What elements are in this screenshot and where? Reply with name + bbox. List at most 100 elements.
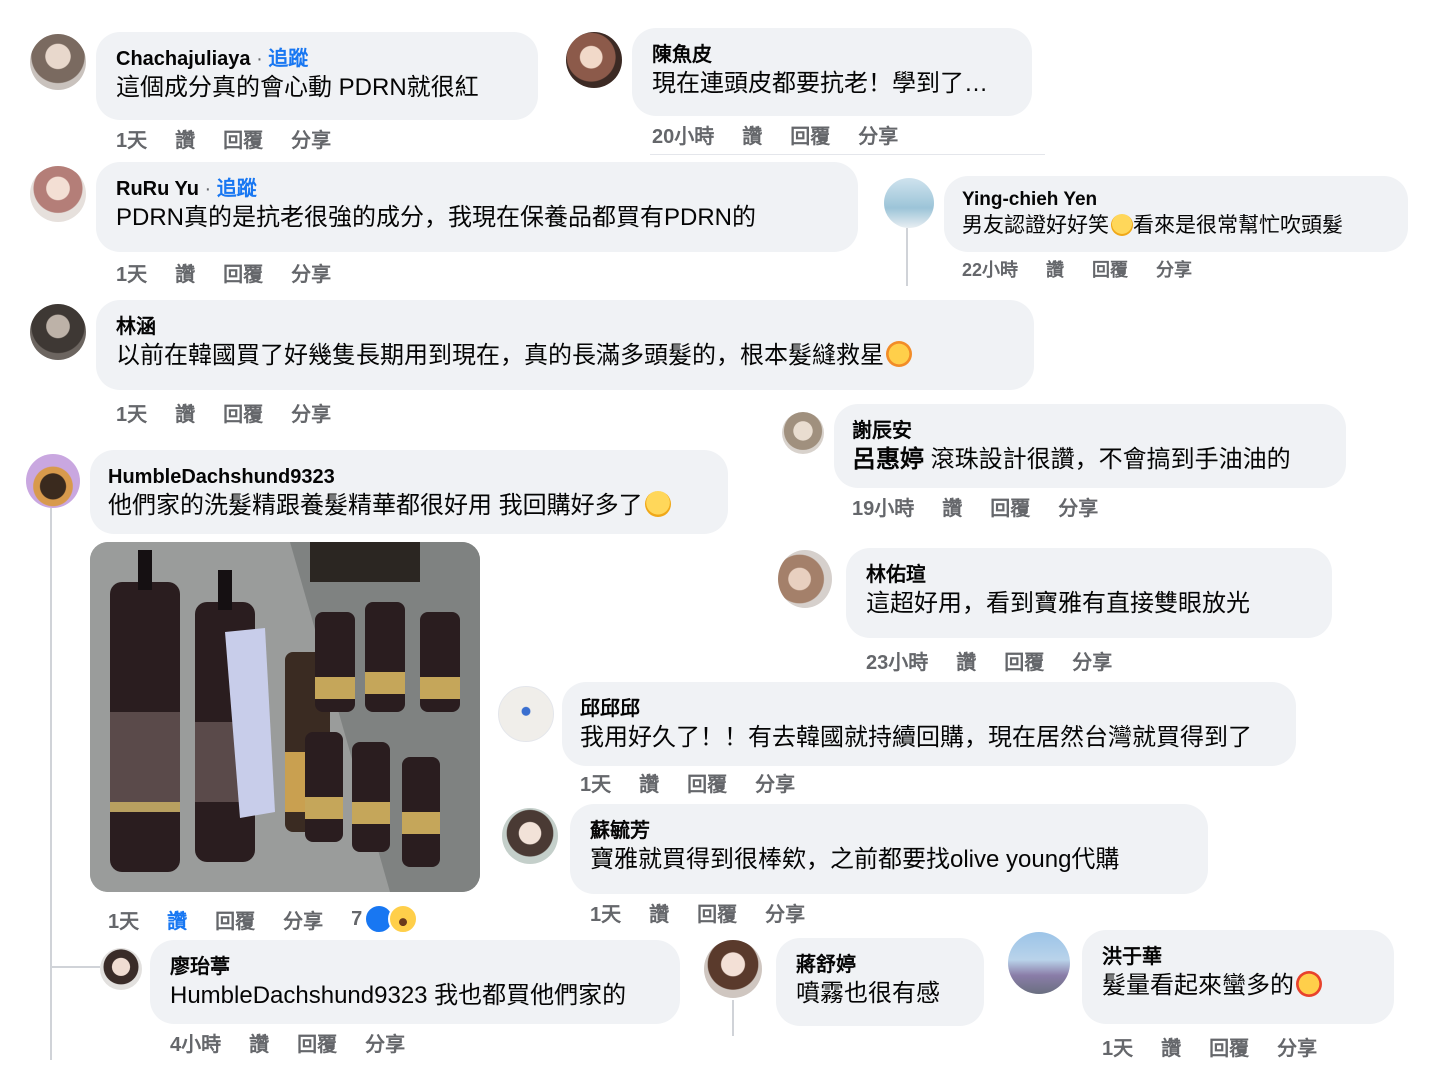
- commenter-name[interactable]: RuRu Yu: [116, 178, 199, 200]
- commenter-name[interactable]: Chachajuliaya: [116, 48, 251, 70]
- like-button[interactable]: 讚: [175, 124, 195, 153]
- like-button[interactable]: 讚: [1046, 256, 1064, 282]
- avatar[interactable]: [26, 454, 80, 508]
- share-button[interactable]: 分享: [1156, 256, 1192, 282]
- timestamp[interactable]: 1天: [1102, 1032, 1133, 1061]
- timestamp[interactable]: 19小時: [852, 492, 914, 521]
- comment-text: 寶雅就買得到很棒欸，之前都要找olive young代購: [590, 846, 1120, 873]
- reply-button[interactable]: 回覆: [990, 492, 1030, 521]
- like-button[interactable]: 讚: [649, 898, 669, 927]
- avatar[interactable]: [502, 808, 558, 864]
- share-button[interactable]: 分享: [1072, 646, 1112, 675]
- commenter-name[interactable]: 邱邱邱: [580, 696, 1278, 722]
- timestamp[interactable]: 23小時: [866, 646, 928, 675]
- commenter-name[interactable]: 蔣舒婷: [796, 952, 964, 978]
- comment-bubble: HumbleDachshund9323 他們家的洗髮精跟養髮精華都很好用 我回購…: [90, 450, 728, 534]
- hair-products-photo: [90, 542, 480, 892]
- comment-text: 這超好用，看到寶雅有直接雙眼放光: [866, 590, 1250, 617]
- like-button[interactable]: 讚: [956, 646, 976, 675]
- thread-line: [650, 154, 1045, 155]
- like-button[interactable]: 讚: [1161, 1032, 1181, 1061]
- like-button[interactable]: 讚: [175, 398, 195, 427]
- like-button[interactable]: 讚: [249, 1028, 269, 1057]
- timestamp[interactable]: 20小時: [652, 120, 714, 149]
- follow-link[interactable]: 追蹤: [217, 178, 257, 200]
- avatar[interactable]: [100, 948, 142, 990]
- comment-bubble: 謝辰安 呂惠婷 滾珠設計很讚，不會搞到手油油的: [834, 404, 1346, 488]
- comment-text: 這個成分真的會心動 PDRN就很紅: [116, 74, 479, 101]
- comment-actions: 20小時 讚 回覆 分享: [652, 120, 926, 149]
- timestamp[interactable]: 22小時: [962, 256, 1018, 282]
- timestamp[interactable]: 1天: [108, 905, 139, 934]
- timestamp[interactable]: 1天: [116, 258, 147, 287]
- comment-photo[interactable]: [90, 542, 480, 892]
- avatar[interactable]: [704, 940, 762, 998]
- like-button[interactable]: 讚: [167, 905, 187, 934]
- commenter-name[interactable]: 林佑瑄: [866, 562, 1312, 588]
- share-button[interactable]: 分享: [291, 398, 331, 427]
- commenter-name[interactable]: Ying-chieh Yen: [962, 188, 1390, 212]
- commenter-name[interactable]: HumbleDachshund9323: [108, 464, 710, 490]
- commenter-name[interactable]: 陳魚皮: [652, 42, 1012, 68]
- comment-bubble: 陳魚皮 現在連頭皮都要抗老！學到了…: [632, 28, 1032, 116]
- timestamp[interactable]: 1天: [116, 398, 147, 427]
- follow-link[interactable]: 追蹤: [268, 48, 308, 70]
- reply-button[interactable]: 回覆: [215, 905, 255, 934]
- reply-button[interactable]: 回覆: [790, 120, 830, 149]
- like-button[interactable]: 讚: [942, 492, 962, 521]
- reply-button[interactable]: 回覆: [297, 1028, 337, 1057]
- avatar[interactable]: [1008, 932, 1070, 994]
- commenter-name[interactable]: 蘇毓芳: [590, 818, 1188, 844]
- avatar[interactable]: [498, 686, 554, 742]
- comment-text: PDRN真的是抗老很強的成分，我現在保養品都買有PDRN的: [116, 204, 757, 231]
- share-button[interactable]: 分享: [1058, 492, 1098, 521]
- thread-line: [732, 1000, 734, 1036]
- share-button[interactable]: 分享: [1277, 1032, 1317, 1061]
- reply-button[interactable]: 回覆: [1209, 1032, 1249, 1061]
- comment-bubble: 廖珆葶 HumbleDachshund9323 我也都買他們家的: [150, 940, 680, 1024]
- reply-button[interactable]: 回覆: [223, 258, 263, 287]
- avatar[interactable]: [778, 550, 832, 608]
- like-button[interactable]: 讚: [742, 120, 762, 149]
- avatar[interactable]: [884, 178, 934, 228]
- comment-bubble: 蘇毓芳 寶雅就買得到很棒欸，之前都要找olive young代購: [570, 804, 1208, 894]
- reply-button[interactable]: 回覆: [223, 124, 263, 153]
- avatar[interactable]: [30, 304, 86, 360]
- share-button[interactable]: 分享: [365, 1028, 405, 1057]
- reaction-count[interactable]: 7: [351, 908, 362, 931]
- like-button[interactable]: 讚: [175, 258, 195, 287]
- reply-button[interactable]: 回覆: [223, 398, 263, 427]
- share-button[interactable]: 分享: [291, 124, 331, 153]
- reply-button[interactable]: 回覆: [1092, 256, 1128, 282]
- avatar[interactable]: [566, 32, 622, 88]
- reply-button[interactable]: 回覆: [687, 768, 727, 797]
- share-button[interactable]: 分享: [858, 120, 898, 149]
- wow-reaction-icon: [388, 904, 419, 934]
- commenter-name[interactable]: 廖珆葶: [170, 954, 660, 980]
- timestamp[interactable]: 1天: [580, 768, 611, 797]
- comment-actions: 22小時 讚 回覆 分享: [962, 256, 1220, 282]
- reply-button[interactable]: 回覆: [1004, 646, 1044, 675]
- share-button[interactable]: 分享: [283, 905, 323, 934]
- commenter-name[interactable]: 謝辰安: [852, 418, 1328, 444]
- share-button[interactable]: 分享: [755, 768, 795, 797]
- share-button[interactable]: 分享: [765, 898, 805, 927]
- commenter-name[interactable]: 洪于華: [1102, 944, 1374, 970]
- timestamp[interactable]: 1天: [116, 124, 147, 153]
- share-button[interactable]: 分享: [291, 258, 331, 287]
- comment-text: 噴霧也很有感: [796, 980, 940, 1007]
- avatar[interactable]: [30, 166, 86, 222]
- comment-text: 我用好久了！！有去韓國就持續回購，現在居然台灣就買得到了: [580, 724, 1252, 751]
- comment-bubble: Chachajuliaya · 追蹤 這個成分真的會心動 PDRN就很紅: [96, 32, 538, 120]
- mention-link[interactable]: 呂惠婷: [852, 446, 924, 473]
- commenter-name[interactable]: 林涵: [116, 314, 1014, 340]
- avatar[interactable]: [782, 412, 824, 454]
- comment-text: 以前在韓國買了好幾隻長期用到現在，真的長滿多頭髮的，根本髮縫救星: [116, 342, 884, 369]
- like-button[interactable]: 讚: [639, 768, 659, 797]
- avatar[interactable]: [30, 34, 86, 90]
- comment-text: 男友認證好好笑: [962, 214, 1109, 237]
- reply-button[interactable]: 回覆: [697, 898, 737, 927]
- comment-bubble: 洪于華 髮量看起來蠻多的: [1082, 930, 1394, 1024]
- timestamp[interactable]: 1天: [590, 898, 621, 927]
- timestamp[interactable]: 4小時: [170, 1028, 221, 1057]
